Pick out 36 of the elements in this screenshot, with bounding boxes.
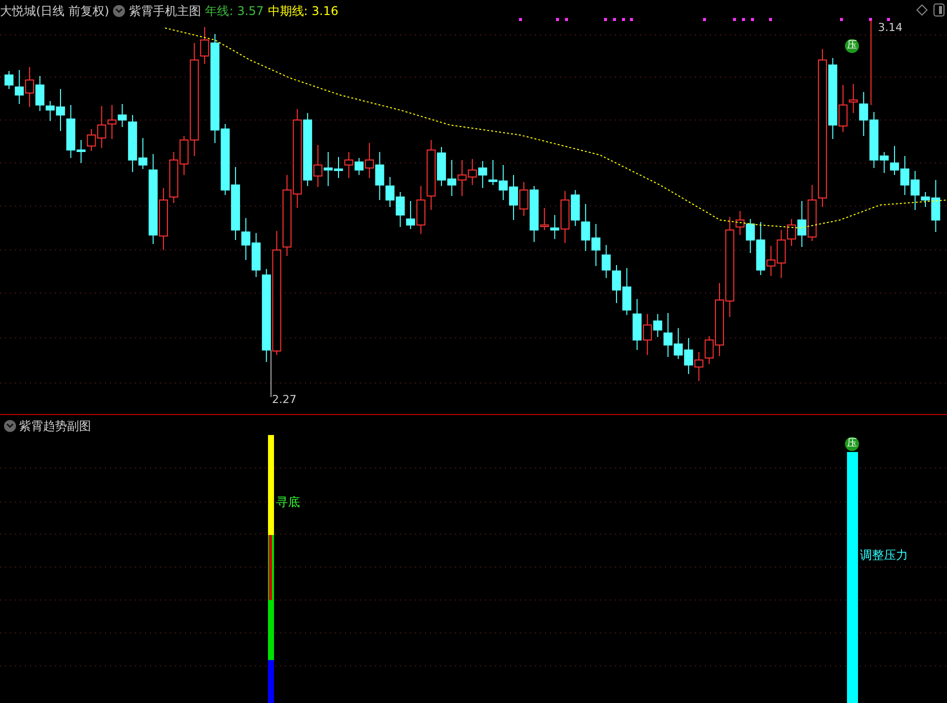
candlestick <box>478 160 488 188</box>
panel-toggle-icon[interactable] <box>933 3 945 17</box>
candlestick <box>581 204 590 252</box>
dropdown-icon[interactable] <box>4 420 16 432</box>
stock-title: 大悦城(日线 前复权) <box>0 3 110 20</box>
diamond-icon[interactable] <box>916 4 928 16</box>
pressure-marker: 压 <box>845 39 859 53</box>
low-price-label: 2.27 <box>272 392 296 408</box>
candlestick <box>447 160 456 196</box>
indicator-name: 紫霄手机主图 <box>129 3 202 20</box>
candlestick <box>591 224 600 266</box>
candlestick <box>498 164 508 200</box>
pressure-signal-label: 调整压力 <box>860 547 908 564</box>
candlestick <box>632 298 642 350</box>
bottom-signal-label: 寻底 <box>276 494 300 511</box>
dropdown-icon[interactable] <box>113 5 126 17</box>
candlestick <box>622 268 632 316</box>
candlestick <box>694 352 704 382</box>
legend-item: 中期线: 3.16 <box>268 3 338 20</box>
candlestick <box>509 174 518 220</box>
high-price-label: 3.14 <box>878 20 902 36</box>
candlestick <box>488 160 498 186</box>
candlestick <box>458 160 467 196</box>
candlestick <box>468 158 477 186</box>
candlestick <box>684 338 694 374</box>
candlestick <box>602 244 611 278</box>
candlestick <box>25 66 34 108</box>
candlestick <box>900 156 910 196</box>
candlestick <box>890 146 900 176</box>
legend-item: 年线: 3.57 <box>205 3 264 20</box>
candlestick <box>396 192 405 228</box>
candlestick <box>674 328 683 360</box>
pressure-marker: 压 <box>845 437 859 451</box>
candlestick <box>169 152 178 204</box>
subchart-title: 紫霄趋势副图 <box>19 418 91 435</box>
candlestick <box>612 264 621 304</box>
